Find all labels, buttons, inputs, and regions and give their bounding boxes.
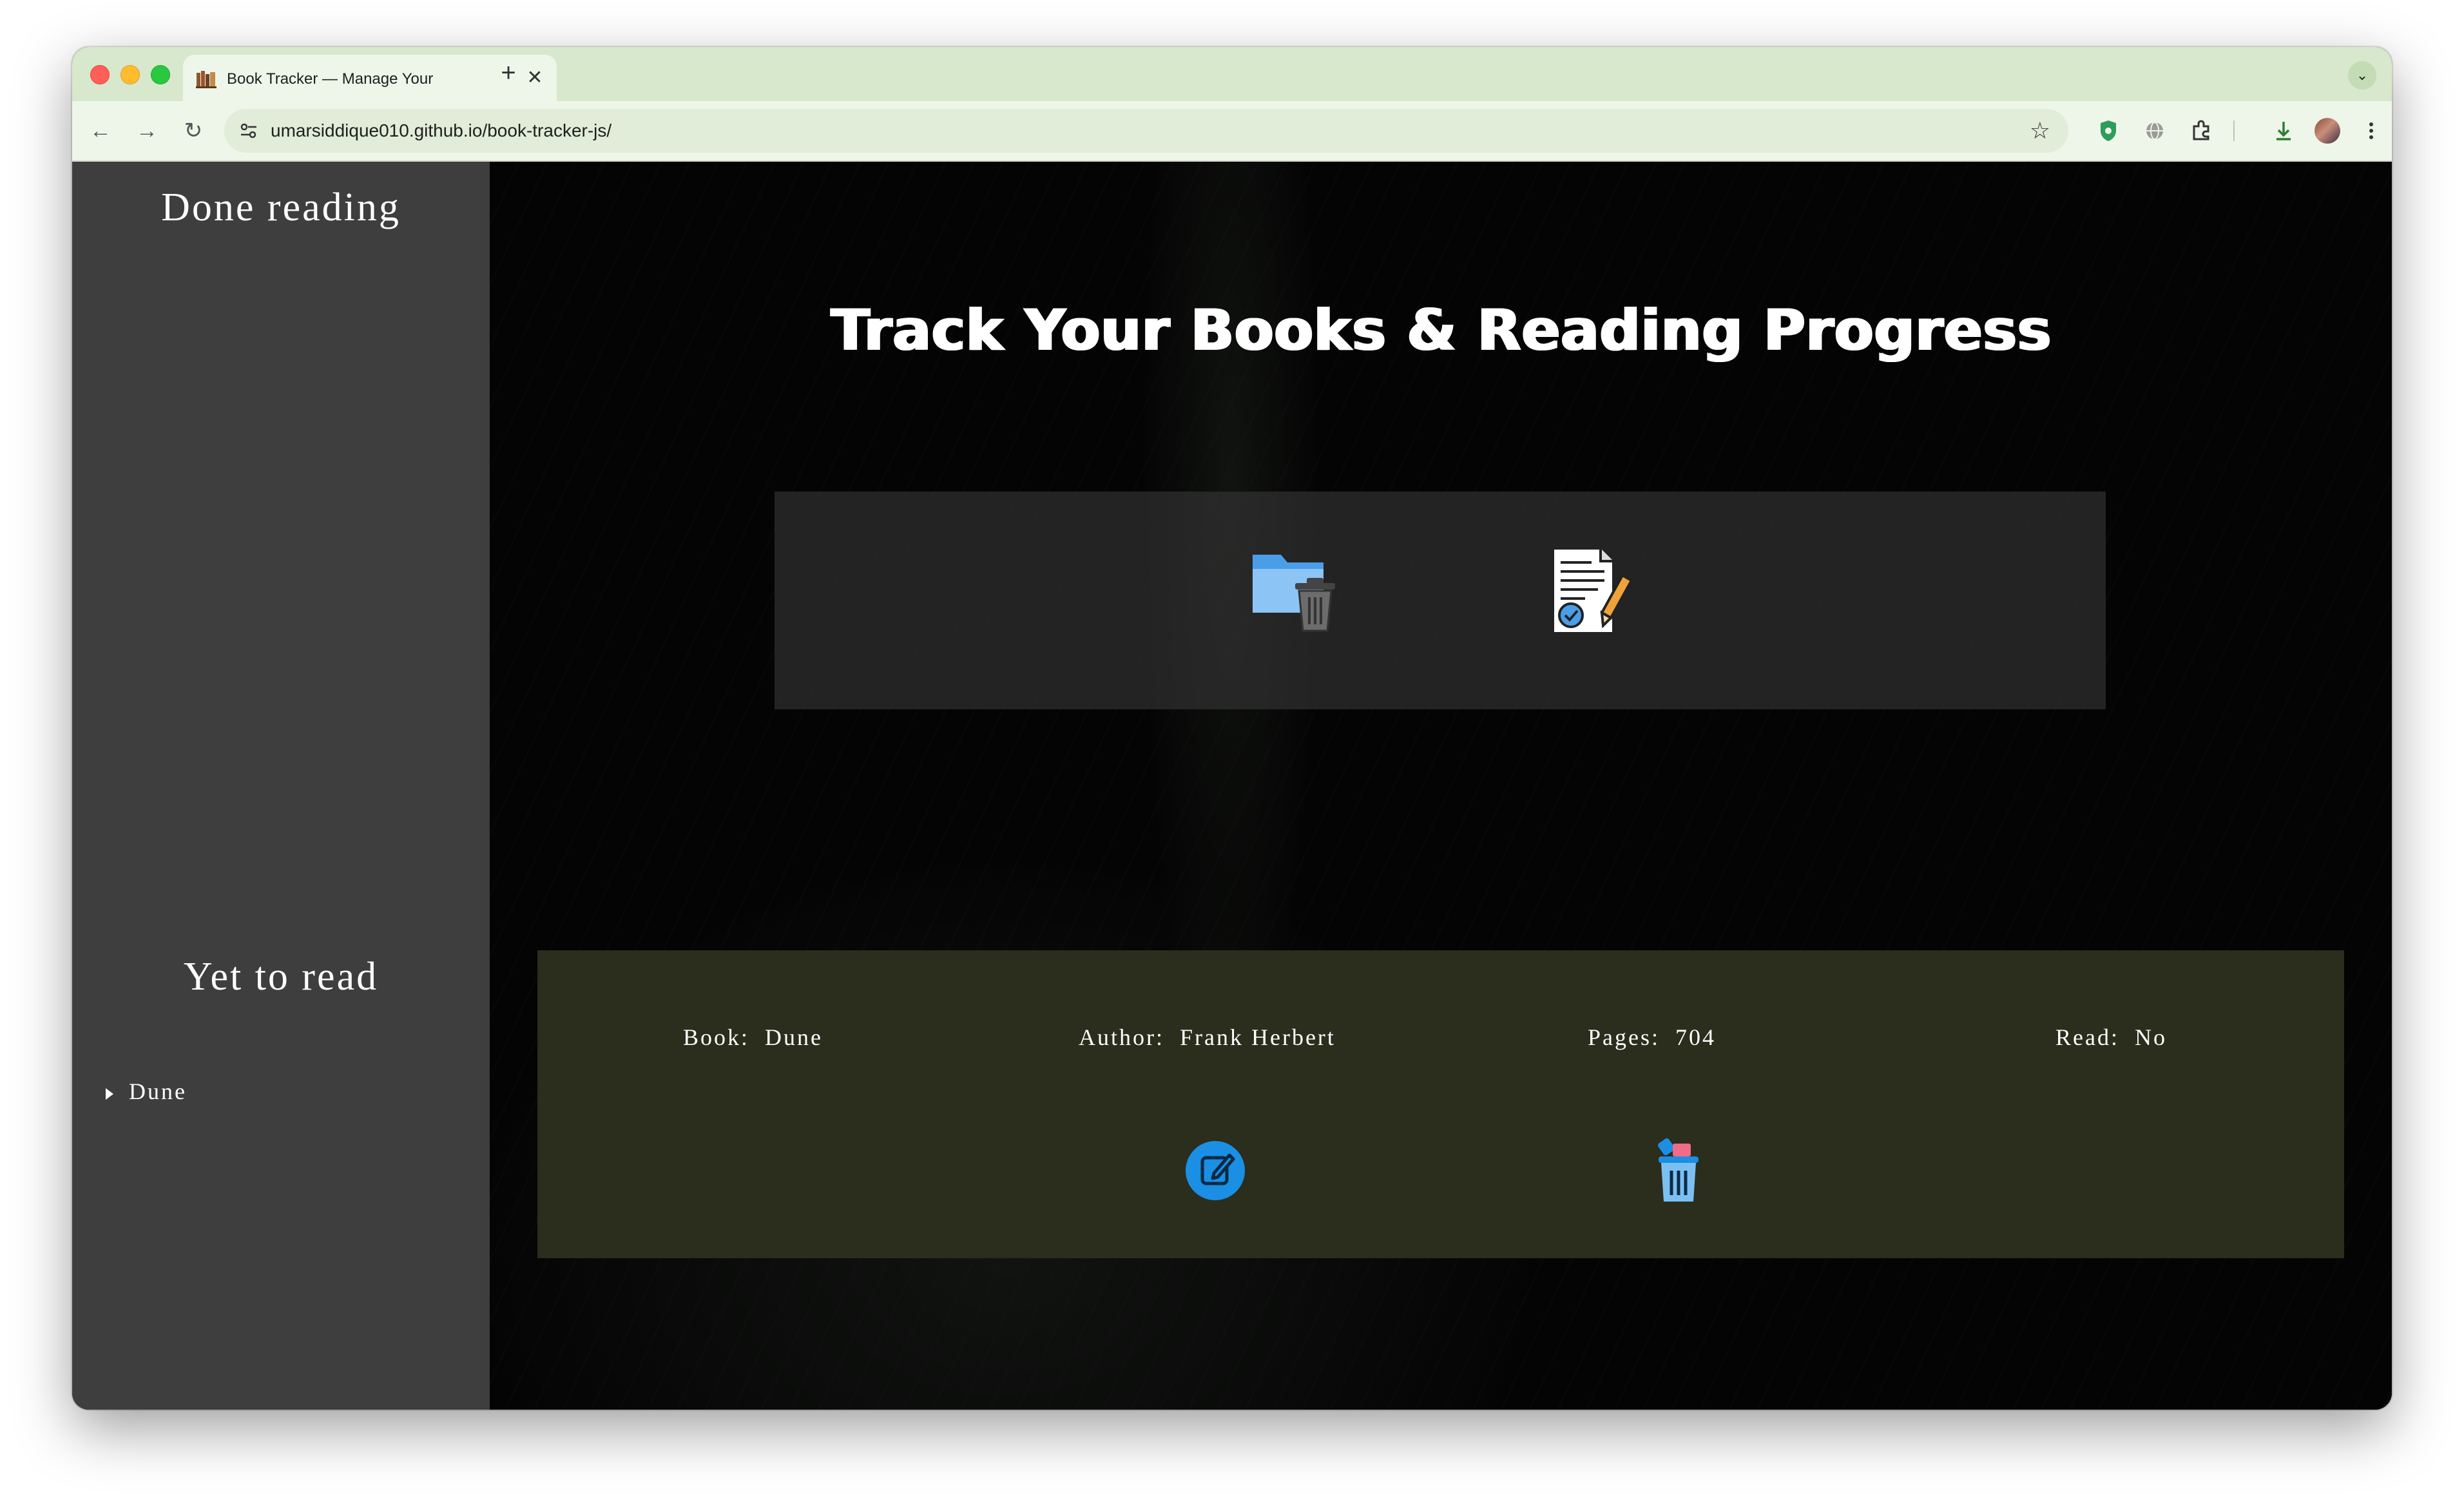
- new-tab-button[interactable]: +: [492, 57, 525, 89]
- book-read-value: No: [2134, 1024, 2167, 1050]
- book-read-label: Read:: [2055, 1024, 2119, 1050]
- site-settings-icon[interactable]: [238, 120, 259, 141]
- shield-extension-icon[interactable]: [2093, 115, 2124, 146]
- forward-button[interactable]: →: [131, 115, 162, 146]
- page-title: Track Your Books & Reading Progress: [830, 297, 2052, 363]
- book-author-field: Author: Frank Herbert: [1079, 1021, 1336, 1053]
- url-text[interactable]: umarsiddique010.github.io/book-tracker-j…: [271, 119, 611, 142]
- browser-window: Book Tracker — Manage Your ✕ + ⌄ ← → ↻ u…: [72, 47, 2392, 1410]
- book-title-value: Dune: [765, 1024, 823, 1050]
- globe-extension-icon[interactable]: [2139, 115, 2170, 146]
- action-panel: [775, 492, 2106, 709]
- reload-button[interactable]: ↻: [178, 115, 209, 146]
- browser-toolbar: ← → ↻ umarsiddique010.github.io/book-tra…: [72, 101, 2392, 162]
- book-author-label: Author:: [1079, 1024, 1164, 1050]
- main-content: Track Your Books & Reading Progress Book…: [490, 162, 2392, 1410]
- tab-title: Book Tracker — Manage Your: [227, 70, 434, 88]
- tab-close-icon[interactable]: ✕: [523, 66, 546, 90]
- folder-trash-icon[interactable]: [1247, 543, 1344, 640]
- minimize-window-button[interactable]: [120, 65, 140, 84]
- yet-to-read-item[interactable]: Dune: [106, 1075, 187, 1107]
- book-pages-label: Pages:: [1588, 1024, 1660, 1050]
- disclosure-triangle-icon: [106, 1088, 113, 1100]
- back-button[interactable]: ←: [85, 115, 116, 146]
- extensions-puzzle-icon[interactable]: [2186, 115, 2217, 146]
- book-card: Book: Dune Author: Frank Herbert Pages: …: [537, 950, 2344, 1258]
- bookmark-star-icon[interactable]: ☆: [2030, 117, 2050, 145]
- yet-to-read-item-label: Dune: [129, 1078, 187, 1104]
- edit-book-button[interactable]: [1184, 1137, 1246, 1204]
- download-icon[interactable]: [2268, 115, 2299, 146]
- tab-strip: Book Tracker — Manage Your ✕ + ⌄: [72, 47, 2392, 101]
- books-favicon-icon: [196, 71, 217, 88]
- yet-to-read-heading: Yet to read: [183, 955, 379, 999]
- done-reading-heading: Done reading: [161, 186, 401, 229]
- address-bar[interactable]: umarsiddique010.github.io/book-tracker-j…: [224, 109, 2068, 153]
- more-menu-icon[interactable]: [2356, 115, 2387, 146]
- maximize-window-button[interactable]: [151, 65, 170, 84]
- toolbar-divider: [2233, 120, 2235, 141]
- book-author-value: Frank Herbert: [1180, 1024, 1336, 1050]
- book-read-field: Read: No: [2055, 1021, 2167, 1053]
- close-window-button[interactable]: [90, 65, 110, 84]
- delete-book-button[interactable]: [1647, 1137, 1709, 1204]
- profile-avatar[interactable]: [2315, 118, 2340, 144]
- book-title-field: Book: Dune: [683, 1021, 823, 1053]
- add-document-icon[interactable]: [1546, 543, 1643, 640]
- tab-search-button[interactable]: ⌄: [2348, 61, 2376, 90]
- book-pages-value: 704: [1675, 1024, 1716, 1050]
- book-pages-field: Pages: 704: [1588, 1021, 1716, 1053]
- book-title-label: Book:: [683, 1024, 750, 1050]
- page-viewport: Done reading Yet to read Dune Track Your…: [72, 162, 2392, 1410]
- sidebar: Done reading Yet to read Dune: [72, 162, 490, 1410]
